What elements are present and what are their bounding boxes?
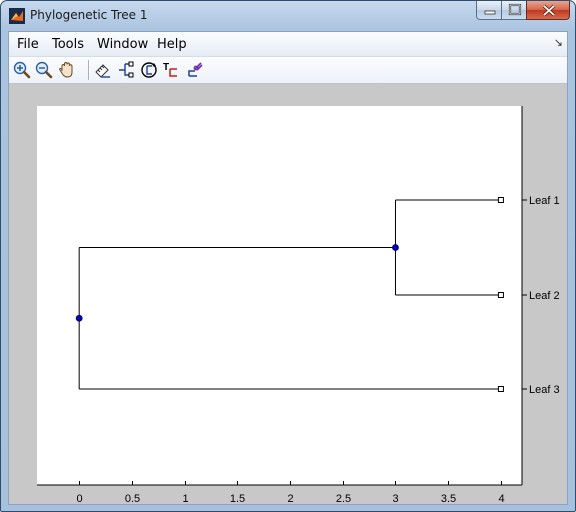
maximize-button[interactable] — [501, 1, 527, 20]
inspect-icon — [95, 64, 110, 78]
leaf-node-marker — [497, 197, 504, 203]
figure-client-area: File Tools Window Help ↘ T 0 0.5 1 1.5 2… — [8, 31, 568, 505]
collapse-expand-icon — [119, 61, 134, 78]
leaf-node-marker — [497, 386, 504, 392]
maximize-icon — [508, 3, 522, 16]
caption-buttons — [476, 1, 570, 21]
rename-icon: T — [163, 62, 177, 77]
rename-node-button[interactable]: T — [162, 60, 182, 80]
leaf-label: Leaf 1 — [529, 195, 560, 207]
menu-tools[interactable]: Tools — [52, 37, 84, 52]
x-tick-label: 2.5 — [336, 493, 351, 504]
title-bar[interactable]: Phylogenetic Tree 1 — [1, 1, 575, 31]
close-icon — [542, 4, 556, 17]
menu-file[interactable]: File — [17, 37, 39, 52]
pan-hand-icon — [59, 61, 73, 78]
x-tick-label: 0.5 — [125, 493, 140, 504]
x-tick-label: 1 — [182, 493, 188, 504]
menu-bar: File Tools Window Help ↘ — [9, 32, 567, 57]
zoom-out-icon — [35, 61, 53, 79]
prune-button[interactable] — [185, 60, 205, 80]
inspect-tool-button[interactable] — [93, 60, 113, 80]
zoom-out-button[interactable] — [34, 60, 54, 80]
dock-figure-icon[interactable]: ↘ — [554, 36, 563, 49]
minimize-button[interactable] — [476, 1, 502, 20]
x-tick-label: 3.5 — [441, 493, 456, 504]
toolbar-separator — [88, 60, 89, 80]
collapse-expand-button[interactable] — [116, 60, 136, 80]
matlab-logo-icon — [9, 8, 25, 24]
prune-icon — [188, 62, 203, 77]
menu-help[interactable]: Help — [157, 37, 187, 52]
leaf-label: Leaf 2 — [529, 290, 560, 302]
x-tick-label: 2 — [287, 493, 293, 504]
rotate-branch-button[interactable] — [139, 60, 159, 80]
app-window: Phylogenetic Tree 1 File Tools Window He… — [0, 0, 576, 512]
menu-window[interactable]: Window — [97, 37, 148, 52]
plot-area: 0 0.5 1 1.5 2 2.5 3 3.5 4 Leaf 1 Leaf 2 Leaf 3 — [9, 84, 567, 504]
minimize-icon — [484, 10, 496, 15]
zoom-in-icon — [13, 61, 31, 79]
x-tick-label: 0 — [76, 493, 82, 504]
branch-node-marker — [75, 314, 83, 322]
window-title: Phylogenetic Tree 1 — [30, 8, 148, 22]
x-tick-label: 1.5 — [230, 493, 245, 504]
leaf-node-marker — [497, 292, 504, 298]
svg-text:T: T — [163, 62, 169, 73]
leaf-label: Leaf 3 — [529, 384, 560, 396]
rotate-branch-icon — [141, 62, 157, 78]
zoom-in-button[interactable] — [12, 60, 32, 80]
x-tick-label: 4 — [498, 493, 504, 504]
x-tick-label: 3 — [392, 493, 398, 504]
phylogenetic-tree-axes[interactable]: 0 0.5 1 1.5 2 2.5 3 3.5 4 Leaf 1 Leaf 2 Leaf 3 — [9, 84, 567, 504]
pan-button[interactable] — [57, 60, 77, 80]
close-button[interactable] — [526, 1, 570, 20]
toolbar: T — [9, 57, 567, 84]
branch-node-marker — [392, 244, 399, 251]
